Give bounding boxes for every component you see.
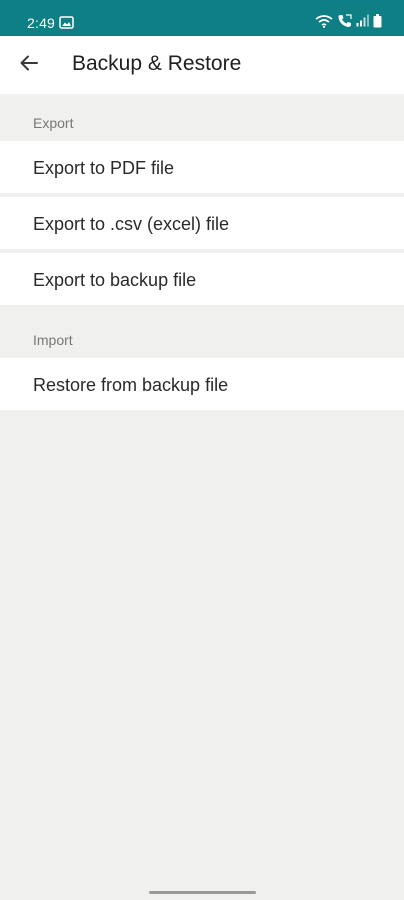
home-indicator[interactable] bbox=[149, 891, 256, 894]
section-header-import: Import bbox=[33, 332, 73, 348]
wifi-icon bbox=[315, 14, 333, 33]
status-time: 2:49 bbox=[27, 15, 56, 31]
export-backup-item[interactable]: Export to backup file bbox=[0, 253, 404, 305]
signal-icon bbox=[356, 14, 369, 32]
call-icon bbox=[337, 13, 352, 33]
page-title: Backup & Restore bbox=[72, 52, 242, 75]
export-csv-item[interactable]: Export to .csv (excel) file bbox=[0, 197, 404, 249]
back-button[interactable] bbox=[13, 49, 45, 81]
arrow-left-icon bbox=[20, 55, 38, 76]
export-pdf-label: Export to PDF file bbox=[33, 158, 175, 178]
status-icons bbox=[315, 13, 382, 33]
battery-icon bbox=[373, 13, 382, 33]
restore-backup-item[interactable]: Restore from backup file bbox=[0, 358, 404, 410]
restore-backup-label: Restore from backup file bbox=[33, 375, 229, 395]
section-header-export: Export bbox=[33, 115, 74, 131]
status-bar: 2:49 bbox=[0, 0, 404, 36]
export-backup-label: Export to backup file bbox=[33, 270, 197, 290]
gallery-icon bbox=[59, 16, 74, 29]
export-csv-label: Export to .csv (excel) file bbox=[33, 214, 230, 234]
app-bar: Backup & Restore bbox=[0, 36, 404, 94]
export-pdf-item[interactable]: Export to PDF file bbox=[0, 141, 404, 193]
